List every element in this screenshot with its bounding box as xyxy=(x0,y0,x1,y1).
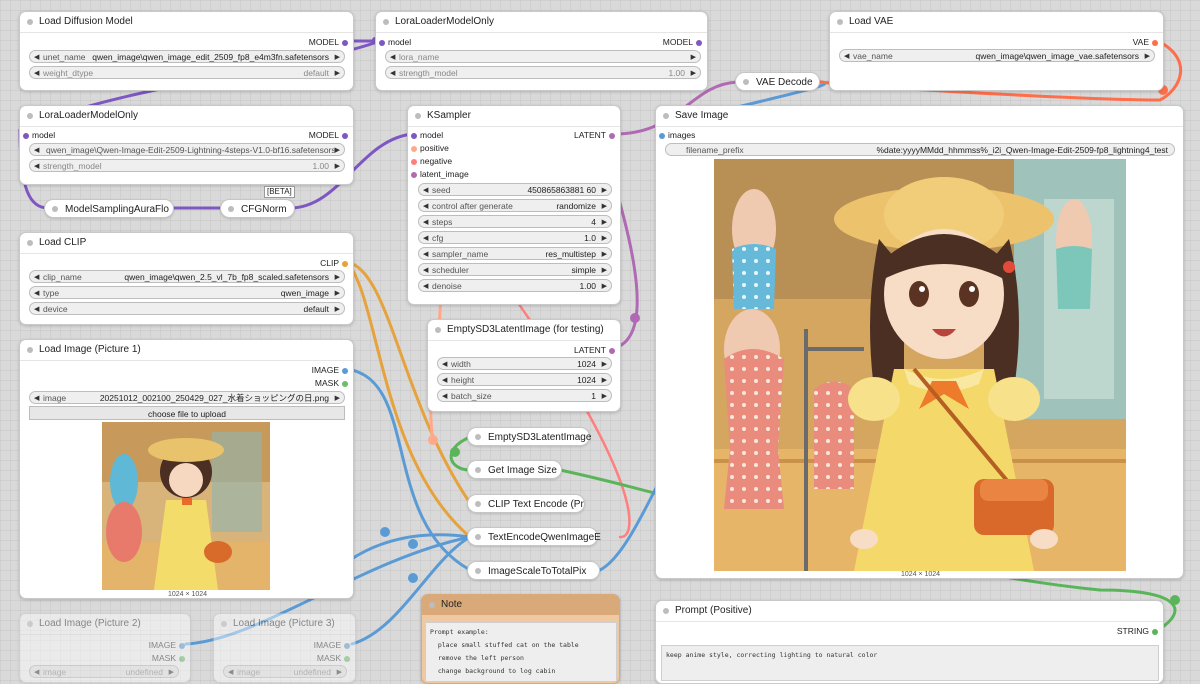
lora-loader-lightning-node[interactable]: LoraLoaderModelOnly model MODEL ◀ qwen_im… xyxy=(19,105,354,185)
height-widget[interactable]: ◀ height 1024 ▶ xyxy=(437,373,612,386)
note-node[interactable]: Note Prompt example: place small stuffed… xyxy=(421,594,620,684)
image-output[interactable]: IMAGE xyxy=(149,640,188,650)
latent-image-input[interactable]: latent_image xyxy=(408,169,469,179)
seed-widget[interactable]: ◀ seed 450865863881 60 ▶ xyxy=(418,183,612,196)
clip-name-widget[interactable]: ◀ clip_name qwen_image\qwen_2.5_vl_7b_fp8_… xyxy=(29,270,345,283)
image-size-caption: 1024 × 1024 xyxy=(900,571,941,578)
output-image-preview xyxy=(714,159,1126,571)
batch-size-widget[interactable]: ◀ batch_size 1 ▶ xyxy=(437,389,612,402)
node-title: Load Image (Picture 2) xyxy=(20,614,190,634)
filename-prefix-widget[interactable]: filename_prefix %date:yyyyMMdd_hhmmss%_i2… xyxy=(665,143,1175,156)
positive-input[interactable]: positive xyxy=(408,143,449,153)
scheduler-widget[interactable]: ◀ scheduler simple ▶ xyxy=(418,263,612,276)
vae-name-widget[interactable]: ◀ vae_name qwen_image\qwen_image_vae.safet… xyxy=(839,49,1155,62)
input-image-preview xyxy=(102,422,270,590)
model-input[interactable]: model xyxy=(20,130,55,140)
load-diffusion-model-node[interactable]: Load Diffusion Model MODEL ◀ unet_name qwe… xyxy=(19,11,354,91)
empty-sd3-latent-node[interactable]: EmptySD3LatentImage xyxy=(467,427,591,446)
ksampler-node[interactable]: KSampler model positive negative latent_… xyxy=(407,105,621,305)
cfg-widget[interactable]: ◀ cfg 1.0 ▶ xyxy=(418,231,612,244)
prompt-text-area[interactable]: keep anime style, correcting lighting to… xyxy=(661,645,1159,681)
choose-file-button[interactable]: choose file to upload xyxy=(29,406,345,420)
load-image-picture3-node[interactable]: Load Image (Picture 3) IMAGE MASK ◀ image… xyxy=(213,613,356,683)
lora-name-widget[interactable]: ◀ qwen_image\Qwen-Image-Edit-2509-Lightni… xyxy=(29,143,345,156)
image-widget[interactable]: ◀ image undefined ▶ xyxy=(223,665,347,678)
node-title: Load Image (Picture 3) xyxy=(214,614,355,634)
save-image-node[interactable]: Save Image images filename_prefix %date:y… xyxy=(655,105,1184,579)
empty-sd3-latent-testing-node[interactable]: EmptySD3LatentImage (for testing) LATENT… xyxy=(427,319,621,412)
node-title: Prompt (Positive) xyxy=(656,601,1163,621)
node-title: EmptySD3LatentImage (for testing) xyxy=(428,320,620,340)
control-after-generate-widget[interactable]: ◀ control after generate randomize ▶ xyxy=(418,199,612,212)
latent-output[interactable]: LATENT xyxy=(574,345,618,355)
image-widget[interactable]: ◀ image undefined ▶ xyxy=(29,665,179,678)
text-encode-qwen-image-edit-node[interactable]: TextEncodeQwenImageE xyxy=(467,527,601,546)
node-title: KSampler xyxy=(408,106,620,126)
model-output[interactable]: MODEL xyxy=(663,37,705,47)
strength-model-widget[interactable]: ◀ strength_model 1.00 ▶ xyxy=(29,159,345,172)
negative-input[interactable]: negative xyxy=(408,156,452,166)
model-output[interactable]: MODEL xyxy=(309,37,351,47)
model-input[interactable]: model xyxy=(376,37,411,47)
cfgnorm-node[interactable]: CFGNorm xyxy=(220,199,295,218)
image-size-caption: 1024 × 1024 xyxy=(167,591,208,598)
mask-output[interactable]: MASK xyxy=(317,653,353,663)
vae-decode-node[interactable]: VAE Decode xyxy=(735,72,820,91)
prompt-positive-node[interactable]: Prompt (Positive) STRING keep anime styl… xyxy=(655,600,1164,684)
note-text[interactable]: Prompt example: place small stuffed cat … xyxy=(425,622,617,682)
sampler-name-widget[interactable]: ◀ sampler_name res_multistep ▶ xyxy=(418,247,612,260)
node-title: Save Image xyxy=(656,106,1183,126)
load-clip-node[interactable]: Load CLIP CLIP ◀ clip_name qwen_image\qwen… xyxy=(19,232,354,325)
clip-text-encode-node[interactable]: CLIP Text Encode (Pr xyxy=(467,494,585,513)
node-title: LoraLoaderModelOnly xyxy=(20,106,353,126)
model-sampling-aura-flow-node[interactable]: ModelSamplingAuraFlo xyxy=(44,199,174,218)
image-output[interactable]: IMAGE xyxy=(312,365,351,375)
images-input[interactable]: images xyxy=(656,130,695,140)
type-widget[interactable]: ◀ type qwen_image ▶ xyxy=(29,286,345,299)
model-output[interactable]: MODEL xyxy=(309,130,351,140)
weight-dtype-widget[interactable]: ◀ weight_dtype default ▶ xyxy=(29,66,345,79)
image-output[interactable]: IMAGE xyxy=(314,640,353,650)
image-scale-to-total-pixels-node[interactable]: ImageScaleToTotalPix xyxy=(467,561,600,580)
vae-output[interactable]: VAE xyxy=(1133,37,1161,47)
unet-name-widget[interactable]: ◀ unet_name qwen_image\qwen_image_edit_250… xyxy=(29,50,345,63)
node-title: Note xyxy=(422,595,619,615)
node-title: Load CLIP xyxy=(20,233,353,253)
node-title: Load Diffusion Model xyxy=(20,12,353,32)
device-widget[interactable]: ◀ device default ▶ xyxy=(29,302,345,315)
load-vae-node[interactable]: Load VAE VAE ◀ vae_name qwen_image\qwen_im… xyxy=(829,11,1164,91)
denoise-widget[interactable]: ◀ denoise 1.00 ▶ xyxy=(418,279,612,292)
lora-loader-top-node[interactable]: LoraLoaderModelOnly model MODEL ◀ lora_na… xyxy=(375,11,708,91)
model-input[interactable]: model xyxy=(408,130,443,140)
node-title: Load Image (Picture 1) xyxy=(20,340,353,360)
image-widget[interactable]: ◀ image 20251012_002100_250429_027_水着ショッピン… xyxy=(29,391,345,404)
load-image-picture1-node[interactable]: Load Image (Picture 1) IMAGE MASK ◀ image… xyxy=(19,339,354,599)
steps-widget[interactable]: ◀ steps 4 ▶ xyxy=(418,215,612,228)
latent-output[interactable]: LATENT xyxy=(574,130,618,140)
mask-output[interactable]: MASK xyxy=(315,378,351,388)
beta-badge: [BETA] xyxy=(264,186,295,198)
lora-name-widget[interactable]: ◀ lora_name ▶ xyxy=(385,50,701,63)
node-title: LoraLoaderModelOnly xyxy=(376,12,707,32)
get-image-size-node[interactable]: Get Image Size xyxy=(467,460,562,479)
width-widget[interactable]: ◀ width 1024 ▶ xyxy=(437,357,612,370)
mask-output[interactable]: MASK xyxy=(152,653,188,663)
load-image-picture2-node[interactable]: Load Image (Picture 2) IMAGE MASK ◀ image… xyxy=(19,613,191,683)
node-title: Load VAE xyxy=(830,12,1163,32)
strength-model-widget[interactable]: ◀ strength_model 1.00 ▶ xyxy=(385,66,701,79)
clip-output[interactable]: CLIP xyxy=(320,258,351,268)
string-output[interactable]: STRING xyxy=(1117,626,1161,636)
